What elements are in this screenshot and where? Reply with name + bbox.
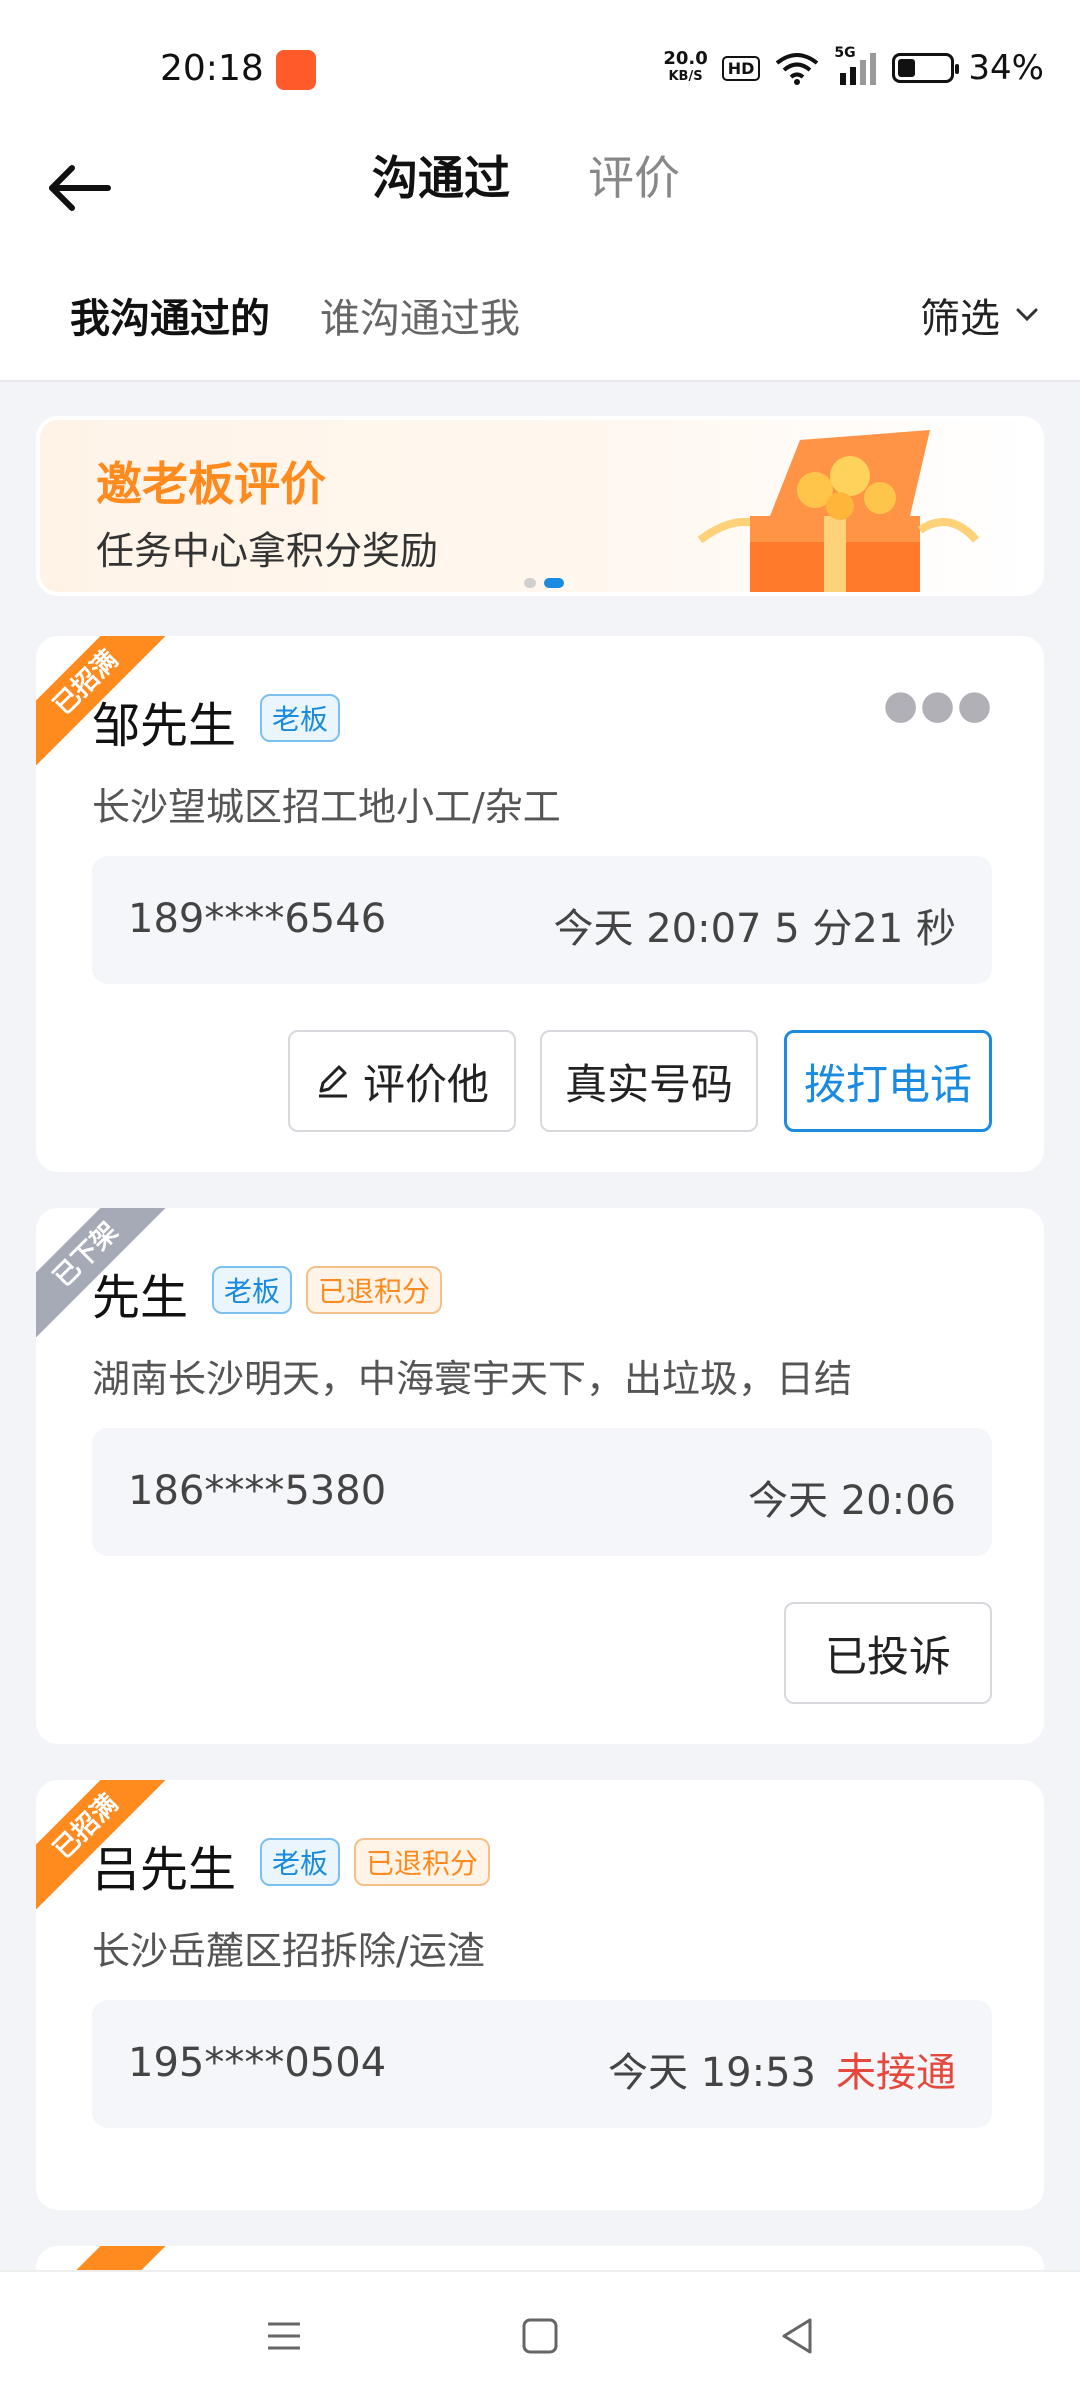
boss-tag: 老板 bbox=[260, 1838, 341, 1886]
call-record: 195****0504 今天 19:53 未接通 bbox=[92, 2000, 992, 2128]
call-button[interactable]: 拨打电话 bbox=[784, 1030, 992, 1132]
job-description: 湖南长沙明天，中海寰宇天下，出垃圾，日结 bbox=[92, 1357, 853, 1401]
back-triangle-icon[interactable] bbox=[776, 2314, 820, 2358]
wifi-icon bbox=[776, 53, 819, 85]
filter-label: 筛选 bbox=[920, 296, 1000, 342]
call-record: 186****5380 今天 20:06 bbox=[92, 1428, 992, 1556]
carousel-dot bbox=[524, 578, 536, 588]
contact-card[interactable]: 已招满 吕先生 老板 已退积分 长沙岳麓区招拆除/运渣 195****0504 … bbox=[36, 1780, 1044, 2210]
sub-tab-bar: 我沟通过的 谁沟通过我 筛选 bbox=[0, 250, 1080, 382]
back-arrow-icon[interactable] bbox=[44, 158, 114, 218]
tab-communicated[interactable]: 沟通过 bbox=[372, 142, 510, 208]
battery-percent: 34% bbox=[968, 48, 1044, 88]
call-time-text: 今天 19:53 bbox=[608, 2050, 816, 2096]
network-speed: 20.0 KB/S bbox=[663, 50, 707, 86]
home-icon[interactable] bbox=[518, 2314, 562, 2358]
contact-name: 先生 bbox=[92, 1270, 189, 1326]
banner-subtitle: 任务中心拿积分奖励 bbox=[96, 529, 439, 573]
status-time: 20:18 bbox=[160, 48, 264, 89]
signal-bars-icon bbox=[840, 53, 877, 85]
app-notification-icon bbox=[276, 50, 316, 90]
phone-number: 189****6546 bbox=[128, 896, 387, 942]
real-number-button[interactable]: 真实号码 bbox=[540, 1030, 758, 1132]
network-speed-value: 20.0 bbox=[663, 48, 708, 69]
job-description: 长沙岳麓区招拆除/运渣 bbox=[92, 1929, 485, 1973]
system-navigation-bar bbox=[0, 2270, 1080, 2402]
boss-tag: 老板 bbox=[212, 1266, 293, 1314]
menu-icon[interactable] bbox=[262, 2314, 306, 2358]
subtab-contacted-me[interactable]: 谁沟通过我 bbox=[320, 286, 520, 344]
top-header: 沟通过 评价 bbox=[0, 130, 1080, 250]
points-refunded-tag: 已退积分 bbox=[306, 1266, 443, 1314]
network-speed-unit: KB/S bbox=[668, 69, 703, 84]
boss-tag: 老板 bbox=[260, 694, 341, 742]
hd-icon: HD bbox=[721, 55, 761, 81]
call-missed-status: 未接通 bbox=[836, 2050, 956, 2096]
gift-box-icon bbox=[697, 430, 980, 592]
promo-banner[interactable]: 邀老板评价 任务中心拿积分奖励 bbox=[36, 416, 1044, 596]
job-description: 长沙望城区招工地小工/杂工 bbox=[92, 785, 561, 829]
contact-card[interactable]: 已招满 邹先生 老板 ●●● 长沙望城区招工地小工/杂工 189****6546… bbox=[36, 636, 1044, 1172]
phone-number: 186****5380 bbox=[128, 1468, 387, 1514]
cellular-signal: 5G bbox=[834, 45, 878, 85]
carousel-dot-active bbox=[544, 578, 564, 588]
call-time: 今天 20:06 bbox=[748, 1478, 956, 1524]
banner-title: 邀老板评价 bbox=[96, 457, 326, 511]
call-time: 今天 20:07 5 分21 秒 bbox=[553, 906, 956, 952]
points-refunded-tag: 已退积分 bbox=[354, 1838, 491, 1886]
real-number-label: 真实号码 bbox=[564, 1059, 733, 1109]
subtab-i-contacted[interactable]: 我沟通过的 bbox=[70, 286, 270, 344]
rate-button[interactable]: 评价他 bbox=[288, 1030, 516, 1132]
contact-card[interactable]: 已下架 先生 老板 已退积分 湖南长沙明天，中海寰宇天下，出垃圾，日结 186*… bbox=[36, 1208, 1044, 1744]
complained-label: 已投诉 bbox=[824, 1631, 951, 1681]
tab-reviews[interactable]: 评价 bbox=[588, 142, 680, 208]
filter-button[interactable]: 筛选 bbox=[920, 286, 1040, 344]
contact-name: 邹先生 bbox=[92, 698, 237, 754]
phone-number: 195****0504 bbox=[128, 2040, 387, 2086]
contact-name: 吕先生 bbox=[92, 1842, 237, 1898]
call-time: 今天 19:53 未接通 bbox=[608, 2040, 956, 2098]
chevron-down-icon bbox=[1016, 308, 1038, 322]
battery-icon bbox=[892, 53, 960, 83]
status-bar: 20:18 20.0 KB/S HD 5G 34% bbox=[0, 0, 1080, 130]
call-button-label: 拨打电话 bbox=[803, 1059, 972, 1109]
status-right-group: 20.0 KB/S HD 5G 34% bbox=[663, 45, 1044, 88]
carousel-indicator bbox=[524, 578, 564, 588]
battery-fill bbox=[898, 59, 916, 77]
more-options-icon[interactable]: ●●● bbox=[883, 682, 994, 728]
pencil-icon bbox=[318, 1065, 347, 1098]
call-record: 189****6546 今天 20:07 5 分21 秒 bbox=[92, 856, 992, 984]
complained-button[interactable]: 已投诉 bbox=[784, 1602, 992, 1704]
rate-button-label: 评价他 bbox=[362, 1059, 489, 1109]
